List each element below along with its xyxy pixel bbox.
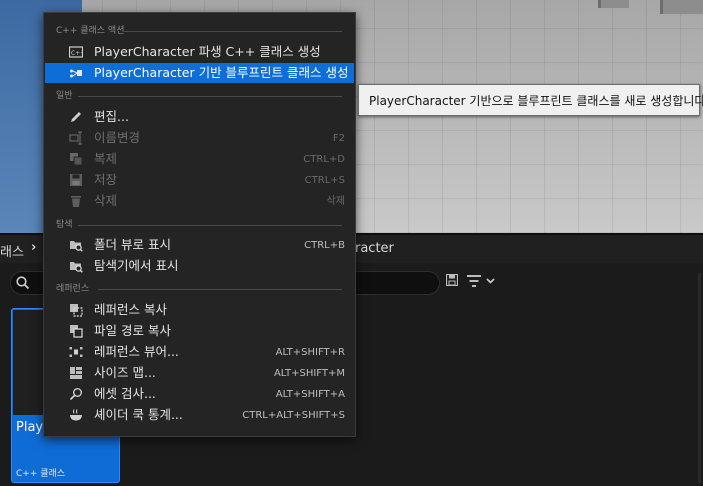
menu-item-label: 레퍼런스 복사 bbox=[94, 302, 167, 317]
breadcrumb-segment[interactable]: racter bbox=[355, 241, 394, 256]
shortcut-label: F2 bbox=[332, 133, 345, 144]
reference-viewer-icon bbox=[69, 347, 83, 357]
asset-audit-icon bbox=[69, 388, 82, 401]
menu-item-edit[interactable]: 편집... bbox=[45, 107, 354, 127]
shortcut-label: ALT+SHIFT+A bbox=[275, 389, 345, 400]
menu-section-cpp: C++ 클래스 액션 bbox=[56, 25, 342, 37]
shortcut-label: 삭제 bbox=[326, 196, 345, 207]
viewport-geometry-block bbox=[660, 0, 703, 14]
menu-item-copy-reference[interactable]: 레퍼런스 복사 bbox=[45, 300, 354, 320]
section-divider bbox=[98, 289, 342, 290]
menu-item-copy-file-path[interactable]: 파일 경로 복사 bbox=[45, 321, 354, 341]
shortcut-label: CTRL+D bbox=[303, 154, 345, 165]
search-icon bbox=[16, 276, 30, 290]
menu-item-size-map[interactable]: 사이즈 맵... ALT+SHIFT+M bbox=[45, 363, 354, 383]
copy-reference-icon bbox=[70, 304, 83, 317]
menu-item-label: 저장 bbox=[94, 172, 118, 187]
shortcut-label: CTRL+S bbox=[304, 175, 345, 186]
menu-section-references: 레퍼런스 bbox=[56, 283, 342, 295]
menu-item-show-in-explorer[interactable]: 탐색기에서 표시 bbox=[45, 256, 354, 276]
menu-item-reference-viewer[interactable]: 레퍼런스 뷰어... ALT+SHIFT+R bbox=[45, 342, 354, 362]
menu-item-duplicate[interactable]: 복제 CTRL+D bbox=[45, 149, 354, 169]
shortcut-label: CTRL+ALT+SHIFT+S bbox=[242, 410, 345, 421]
cpp-class-icon: C++ bbox=[69, 46, 83, 58]
menu-item-label: 삭제 bbox=[94, 193, 118, 208]
menu-item-label: 폴더 뷰로 표시 bbox=[94, 237, 171, 252]
asset-context-menu: C++ 클래스 액션 C++ PlayerCharacter 파생 C++ 클래… bbox=[43, 12, 356, 437]
menu-item-save[interactable]: 저장 CTRL+S bbox=[45, 170, 354, 190]
folder-search-icon bbox=[70, 241, 83, 252]
menu-item-shader-cook-stats[interactable]: 셰이더 쿡 통계... CTRL+ALT+SHIFT+S bbox=[45, 405, 354, 425]
section-divider bbox=[78, 225, 342, 226]
save-icon bbox=[70, 174, 82, 186]
menu-item-label: 편집... bbox=[94, 109, 129, 124]
section-label: C++ 클래스 액션 bbox=[56, 26, 125, 36]
svg-text:C++: C++ bbox=[71, 50, 83, 57]
breadcrumb-chevron-icon[interactable]: › bbox=[31, 240, 36, 255]
asset-type-label: C++ 클래스 bbox=[16, 469, 66, 479]
menu-item-label: 사이즈 맵... bbox=[94, 365, 156, 380]
duplicate-icon bbox=[70, 153, 83, 166]
filter-icon[interactable] bbox=[466, 272, 496, 290]
rename-icon bbox=[69, 131, 82, 145]
menu-item-asset-audit[interactable]: 에셋 검사... ALT+SHIFT+A bbox=[45, 384, 354, 404]
menu-item-label: 셰이더 쿡 통계... bbox=[94, 407, 183, 422]
shortcut-label: ALT+SHIFT+R bbox=[275, 347, 345, 358]
shortcut-label: ALT+SHIFT+M bbox=[273, 368, 345, 379]
menu-item-label: 탐색기에서 표시 bbox=[94, 258, 179, 273]
menu-item-label: PlayerCharacter 파생 C++ 클래스 생성 bbox=[94, 44, 321, 59]
menu-item-create-blueprint-class[interactable]: PlayerCharacter 기반 블루프린트 클래스 생성 bbox=[45, 63, 354, 83]
menu-item-create-cpp-class[interactable]: C++ PlayerCharacter 파생 C++ 클래스 생성 bbox=[45, 42, 354, 62]
shortcut-label: CTRL+B bbox=[304, 240, 345, 251]
copy-path-icon bbox=[70, 325, 83, 338]
menu-item-label: PlayerCharacter 기반 블루프린트 클래스 생성 bbox=[94, 65, 349, 80]
folder-open-icon bbox=[70, 262, 83, 273]
breadcrumb-segment[interactable]: 래스 bbox=[0, 241, 24, 260]
tooltip: PlayerCharacter 기반으로 블루프린트 클래스를 새로 생성합니다… bbox=[358, 84, 703, 116]
menu-item-rename[interactable]: 이름변경 F2 bbox=[45, 128, 354, 148]
menu-item-label: 파일 경로 복사 bbox=[94, 323, 171, 338]
section-label: 일반 bbox=[56, 91, 73, 101]
tooltip-text: PlayerCharacter 기반으로 블루프린트 클래스를 새로 생성합니다… bbox=[369, 94, 703, 108]
menu-item-label: 복제 bbox=[94, 151, 118, 166]
menu-item-show-in-folder-view[interactable]: 폴더 뷰로 표시 CTRL+B bbox=[45, 235, 354, 255]
size-map-icon bbox=[70, 367, 82, 379]
viewport-geometry-block bbox=[598, 0, 629, 8]
menu-section-general: 일반 bbox=[56, 90, 342, 102]
shader-cook-icon bbox=[70, 409, 82, 421]
menu-item-delete[interactable]: 삭제 삭제 bbox=[45, 191, 354, 211]
pencil-icon bbox=[71, 112, 81, 122]
trash-icon bbox=[71, 196, 81, 207]
menu-item-label: 레퍼런스 뷰어... bbox=[94, 344, 179, 359]
section-label: 레퍼런스 bbox=[56, 284, 90, 294]
scrollbar[interactable] bbox=[698, 273, 701, 483]
section-label: 탐색 bbox=[56, 220, 73, 230]
menu-item-label: 이름변경 bbox=[94, 130, 141, 145]
section-divider bbox=[124, 31, 342, 32]
menu-item-label: 에셋 검사... bbox=[94, 386, 156, 401]
menu-section-explore: 탐색 bbox=[56, 219, 342, 231]
section-divider bbox=[78, 96, 342, 97]
save-search-icon[interactable] bbox=[446, 274, 458, 286]
blueprint-class-icon bbox=[70, 69, 82, 78]
